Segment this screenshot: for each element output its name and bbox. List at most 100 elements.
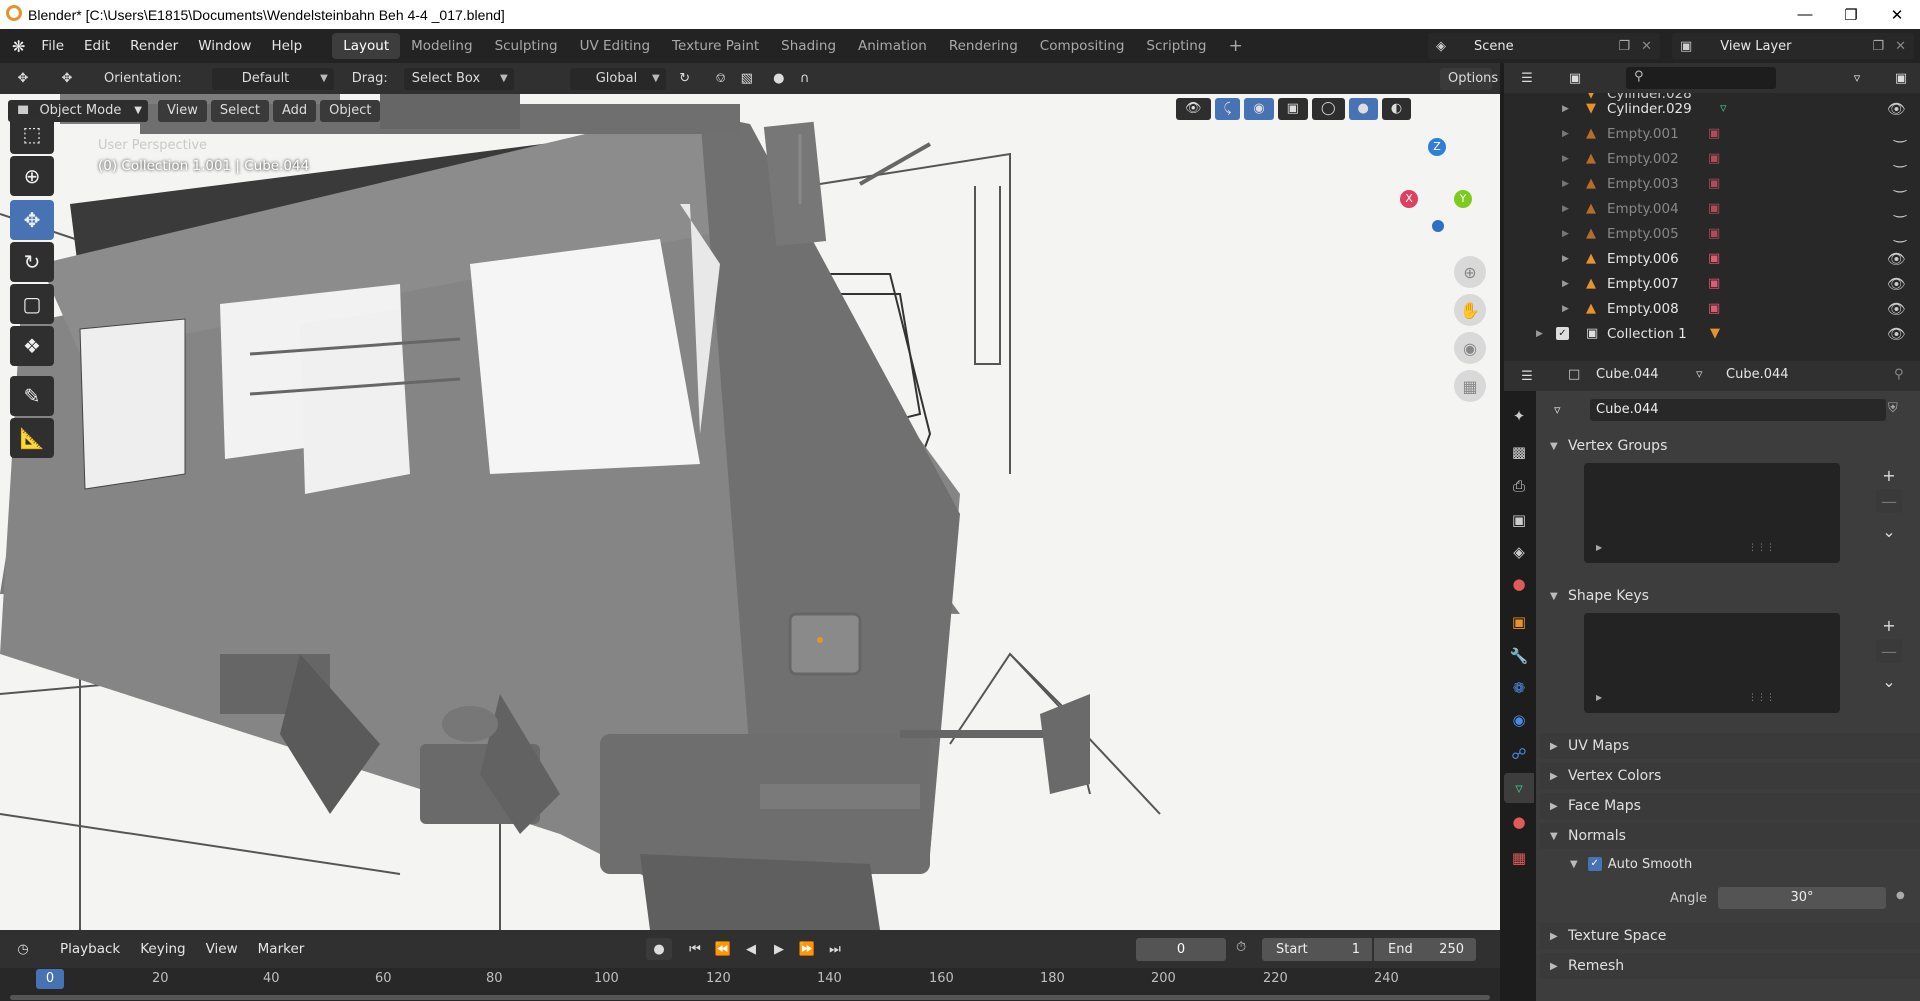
keyframe-dot-icon[interactable]: ● xyxy=(1896,890,1905,901)
viewport-menu-add[interactable]: Add xyxy=(272,100,317,122)
material-tab-icon[interactable]: ● xyxy=(1504,807,1534,837)
expand-arrow-icon[interactable]: ▶ xyxy=(1562,104,1569,114)
outliner-item[interactable]: ▶ ▲ Empty.004 ▣ ‿ xyxy=(1504,196,1920,221)
mesh-data-tab-icon[interactable]: ▿ xyxy=(1504,773,1534,803)
particles-tab-icon[interactable]: ❁ xyxy=(1504,673,1534,703)
visibility-eye-icon[interactable]: 👁 xyxy=(1887,275,1906,293)
material-shading-icon[interactable]: ◐ xyxy=(1381,98,1412,120)
texture-tab-icon[interactable]: ▦ xyxy=(1504,843,1534,873)
add-vertex-group-button[interactable]: + xyxy=(1876,463,1902,487)
view-layer-close-icon[interactable]: ✕ xyxy=(1895,39,1906,54)
menu-render[interactable]: Render xyxy=(120,38,188,54)
shape-keys-list[interactable]: ▶ ⋮⋮⋮ xyxy=(1584,613,1840,713)
new-collection-icon[interactable]: ▣ xyxy=(1888,67,1914,89)
checkbox-checked-icon[interactable]: ✓ xyxy=(1556,327,1569,340)
timeline-menu-playback[interactable]: Playback xyxy=(50,941,130,957)
timeline-editor-type-icon[interactable]: ◷ xyxy=(10,938,36,960)
tool-tab-icon[interactable]: ✦ xyxy=(1504,401,1534,431)
cursor-tool-icon[interactable]: ⊕ xyxy=(10,156,54,196)
remove-shape-key-button[interactable]: — xyxy=(1876,639,1902,663)
menu-edit[interactable]: Edit xyxy=(74,38,120,54)
outliner-item[interactable]: ▶ ▲ Empty.002 ▣ ‿ xyxy=(1504,146,1920,171)
start-frame-field[interactable]: Start 1 xyxy=(1262,938,1372,961)
visibility-eye-icon[interactable]: 👁 xyxy=(1887,100,1906,118)
play-icon[interactable]: ▶ xyxy=(766,938,792,960)
tab-layout[interactable]: Layout xyxy=(332,33,401,59)
outliner-item[interactable]: ▶ ▼ Cylinder.029 ▿ 👁 xyxy=(1504,96,1920,121)
visibility-eye-closed-icon[interactable]: ‿ xyxy=(1894,225,1906,243)
annotate-tool-icon[interactable]: ✎ xyxy=(10,376,54,416)
shape-key-specials-button[interactable]: ⌄ xyxy=(1876,669,1902,693)
expand-arrow-icon[interactable]: ▶ xyxy=(1562,179,1569,189)
jump-end-icon[interactable]: ⏭ xyxy=(822,938,848,960)
navigation-gizmo[interactable]: Z X Y xyxy=(1390,138,1480,232)
scene-copy-icon[interactable]: ❐ xyxy=(1618,39,1630,54)
editor-type-icon[interactable]: ✥ xyxy=(10,68,36,90)
snap-target-icon[interactable]: ▧ xyxy=(734,68,760,90)
camera-view-icon[interactable]: ◉ xyxy=(1454,332,1486,364)
vertex-groups-section[interactable]: ▼ Vertex Groups xyxy=(1540,433,1920,459)
select-box-tool-icon[interactable]: ⬚ xyxy=(10,114,54,154)
visibility-eye-closed-icon[interactable]: ‿ xyxy=(1894,175,1906,193)
visibility-icon[interactable]: 👁 xyxy=(1176,98,1211,120)
outliner-item[interactable]: ▶ ▲ Empty.005 ▣ ‿ xyxy=(1504,221,1920,246)
expand-arrow-icon[interactable]: ▶ xyxy=(1562,154,1569,164)
rotate-tool-icon[interactable]: ↻ xyxy=(10,242,54,282)
expand-arrow-icon[interactable]: ▶ xyxy=(1562,229,1569,239)
gizmo-toggle-icon[interactable]: ⤹ xyxy=(1214,98,1241,120)
display-mode-icon[interactable]: ▣ xyxy=(1562,67,1588,89)
ortho-grid-icon[interactable]: ▦ xyxy=(1454,370,1486,402)
pin-icon[interactable]: ⚲ xyxy=(1894,367,1904,382)
visibility-eye-icon[interactable]: 👁 xyxy=(1887,250,1906,268)
gizmo-x-axis[interactable]: X xyxy=(1400,190,1418,208)
outliner-item[interactable]: ▶ ▲ Empty.003 ▣ ‿ xyxy=(1504,171,1920,196)
resize-grip-icon[interactable]: ⋮⋮⋮ xyxy=(1748,543,1775,553)
timeline-menu-view[interactable]: View xyxy=(196,941,248,957)
view-layer-tab-icon[interactable]: ▣ xyxy=(1504,505,1534,535)
maximize-button[interactable]: ❐ xyxy=(1828,0,1874,29)
expand-arrow-icon[interactable]: ▶ xyxy=(1536,329,1543,339)
proportional-edit-icon[interactable]: ● xyxy=(766,68,792,90)
viewport-menu-select[interactable]: Select xyxy=(210,100,269,122)
shape-keys-section[interactable]: ▼ Shape Keys xyxy=(1540,583,1920,609)
end-frame-field[interactable]: End 250 xyxy=(1374,938,1476,961)
remove-vertex-group-button[interactable]: — xyxy=(1876,489,1902,513)
3d-viewport[interactable]: ■ Object Mode ▼ View Select Add Object U… xyxy=(0,94,1500,930)
tab-compositing[interactable]: Compositing xyxy=(1029,33,1136,59)
filter-icon[interactable]: ▿ xyxy=(1844,67,1870,89)
expand-arrow-icon[interactable]: ▶ xyxy=(1596,693,1602,702)
menu-window[interactable]: Window xyxy=(188,38,261,54)
add-shape-key-button[interactable]: + xyxy=(1876,613,1902,637)
tab-animation[interactable]: Animation xyxy=(847,33,938,59)
outliner-item[interactable]: ▶ ▲ Empty.007 ▣ 👁 xyxy=(1504,271,1920,296)
viewport-menu-view[interactable]: View xyxy=(158,100,207,122)
visibility-eye-icon[interactable]: 👁 xyxy=(1887,300,1906,318)
expand-arrow-icon[interactable]: ▶ xyxy=(1596,543,1602,552)
view-layer-selector[interactable]: ▣ View Layer ❐ ✕ xyxy=(1672,33,1914,59)
mesh-datablock-icon[interactable]: ▿ xyxy=(1554,403,1561,418)
xray-icon[interactable]: ▣ xyxy=(1277,98,1308,120)
timeline-menu-marker[interactable]: Marker xyxy=(248,941,315,957)
outliner-item[interactable]: ▶ ▲ Empty.001 ▣ ‿ xyxy=(1504,121,1920,146)
output-tab-icon[interactable]: ⎙ xyxy=(1504,471,1534,501)
overlay-toggle-icon[interactable]: ◉ xyxy=(1244,98,1274,120)
scene-tab-icon[interactable]: ◈ xyxy=(1504,537,1534,567)
visibility-eye-closed-icon[interactable]: ‿ xyxy=(1894,125,1906,143)
close-button[interactable]: ✕ xyxy=(1874,0,1920,29)
gizmo-z-axis[interactable]: Z xyxy=(1428,138,1446,156)
blender-menu-icon[interactable]: ❋ xyxy=(12,37,25,56)
gizmo-neg-z[interactable] xyxy=(1432,220,1444,232)
add-workspace-icon[interactable]: + xyxy=(1217,33,1253,59)
world-tab-icon[interactable]: ● xyxy=(1504,569,1534,599)
outliner-editor-type-icon[interactable]: ☰ xyxy=(1514,67,1540,89)
minimize-button[interactable]: — xyxy=(1782,0,1828,29)
orientation-dropdown[interactable]: Default ▼ xyxy=(211,67,334,90)
timeline-ruler[interactable]: 0 20 40 60 80 100 120 140 160 180 200 22… xyxy=(0,968,1500,1001)
vertex-group-specials-button[interactable]: ⌄ xyxy=(1876,519,1902,543)
expand-arrow-icon[interactable]: ▶ xyxy=(1562,254,1569,264)
measure-tool-icon[interactable]: 📐 xyxy=(10,418,54,458)
scene-close-icon[interactable]: ✕ xyxy=(1641,39,1652,54)
tab-shading[interactable]: Shading xyxy=(770,33,847,59)
tab-rendering[interactable]: Rendering xyxy=(938,33,1029,59)
mesh-name-field[interactable]: Cube.044 xyxy=(1590,399,1886,421)
